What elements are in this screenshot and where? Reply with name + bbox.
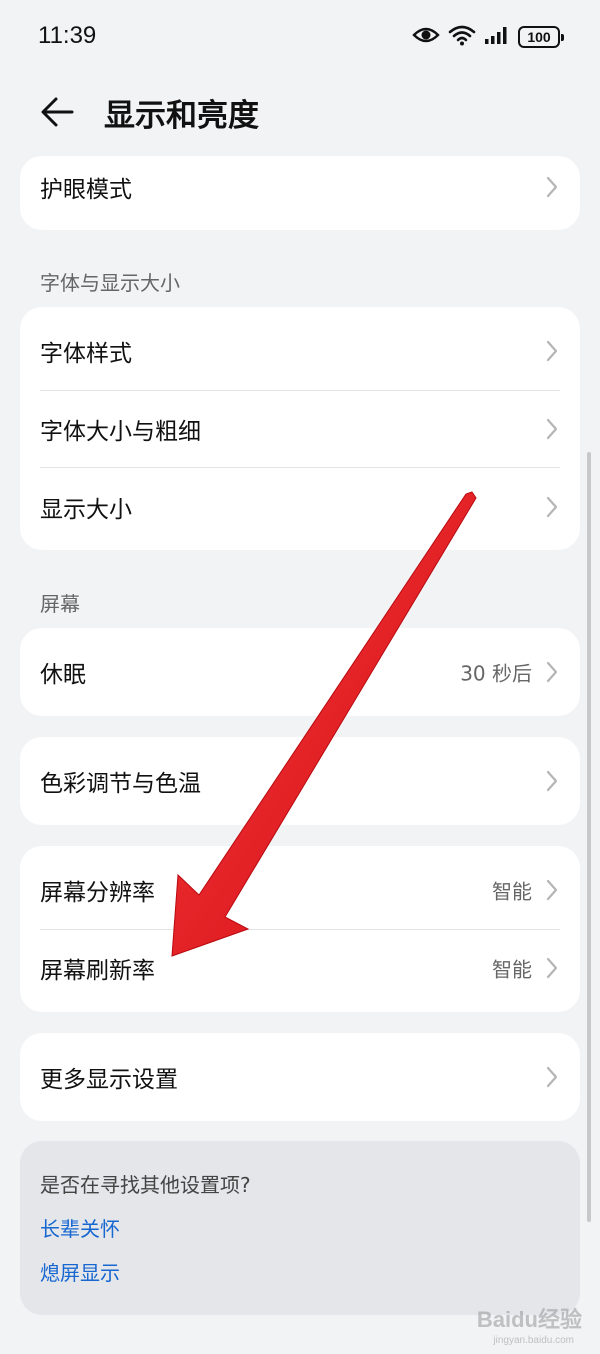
sleep-label: 休眠	[40, 662, 86, 688]
chevron-right-icon	[546, 1066, 558, 1088]
chevron-right-icon	[546, 879, 558, 901]
link-always-on-display[interactable]: 熄屏显示	[40, 1257, 120, 1286]
font-size-weight-row[interactable]: 字体大小与粗细	[20, 389, 580, 469]
suggestions-card: 是否在寻找其他设置项? 长辈关怀 熄屏显示	[20, 1141, 580, 1315]
more-display-label: 更多显示设置	[40, 1067, 178, 1093]
sleep-row[interactable]: 休眠 30 秒后	[20, 632, 580, 712]
display-size-label: 显示大小	[40, 497, 132, 523]
header: 显示和亮度	[0, 76, 600, 148]
status-bar: 11:39 100	[0, 0, 600, 76]
eye-protection-row[interactable]: 护眼模式	[20, 156, 580, 218]
font-card: 字体样式 字体大小与粗细 显示大小	[20, 307, 580, 550]
chevron-right-icon	[546, 770, 558, 792]
status-time: 11:39	[38, 22, 97, 49]
status-icons: 100	[412, 24, 564, 50]
baidu-watermark-sub: jingyan.baidu.com	[493, 1335, 574, 1346]
eye-protection-label: 护眼模式	[40, 177, 132, 203]
link-elder-care[interactable]: 长辈关怀	[40, 1213, 120, 1242]
sleep-value: 30 秒后	[460, 661, 532, 686]
chevron-right-icon	[546, 957, 558, 979]
battery-icon: 100	[518, 26, 564, 48]
signal-icon	[484, 25, 510, 49]
eye-protection-card: 护眼模式	[20, 156, 580, 230]
display-size-row[interactable]: 显示大小	[20, 467, 580, 547]
color-temp-row[interactable]: 色彩调节与色温	[20, 741, 580, 821]
eye-icon	[412, 25, 440, 49]
suggestions-question: 是否在寻找其他设置项?	[40, 1173, 251, 1197]
refresh-rate-label: 屏幕刷新率	[40, 958, 155, 984]
refresh-rate-value: 智能	[492, 957, 532, 982]
chevron-right-icon	[546, 661, 558, 683]
screen-section-title: 屏幕	[40, 592, 80, 616]
sleep-card: 休眠 30 秒后	[20, 628, 580, 716]
baidu-watermark: Baidu经验	[476, 1307, 582, 1332]
font-size-weight-label: 字体大小与粗细	[40, 419, 201, 445]
scrollbar[interactable]	[587, 452, 591, 1222]
font-style-row[interactable]: 字体样式	[20, 311, 580, 391]
chevron-right-icon	[546, 418, 558, 440]
resolution-value: 智能	[492, 879, 532, 904]
resolution-row[interactable]: 屏幕分辨率 智能	[20, 850, 580, 930]
wifi-icon	[448, 24, 476, 50]
page-title: 显示和亮度	[104, 98, 259, 134]
resolution-label: 屏幕分辨率	[40, 880, 155, 906]
font-style-label: 字体样式	[40, 341, 132, 367]
font-section-title: 字体与显示大小	[40, 271, 180, 295]
color-temp-card: 色彩调节与色温	[20, 737, 580, 825]
chevron-right-icon	[546, 176, 558, 198]
chevron-right-icon	[546, 340, 558, 362]
back-arrow-icon[interactable]	[36, 90, 80, 134]
resolution-card: 屏幕分辨率 智能 屏幕刷新率 智能	[20, 846, 580, 1012]
chevron-right-icon	[546, 496, 558, 518]
more-display-row[interactable]: 更多显示设置	[20, 1037, 580, 1117]
color-temp-label: 色彩调节与色温	[40, 771, 201, 797]
refresh-rate-row[interactable]: 屏幕刷新率 智能	[20, 928, 580, 1008]
more-display-card: 更多显示设置	[20, 1033, 580, 1121]
